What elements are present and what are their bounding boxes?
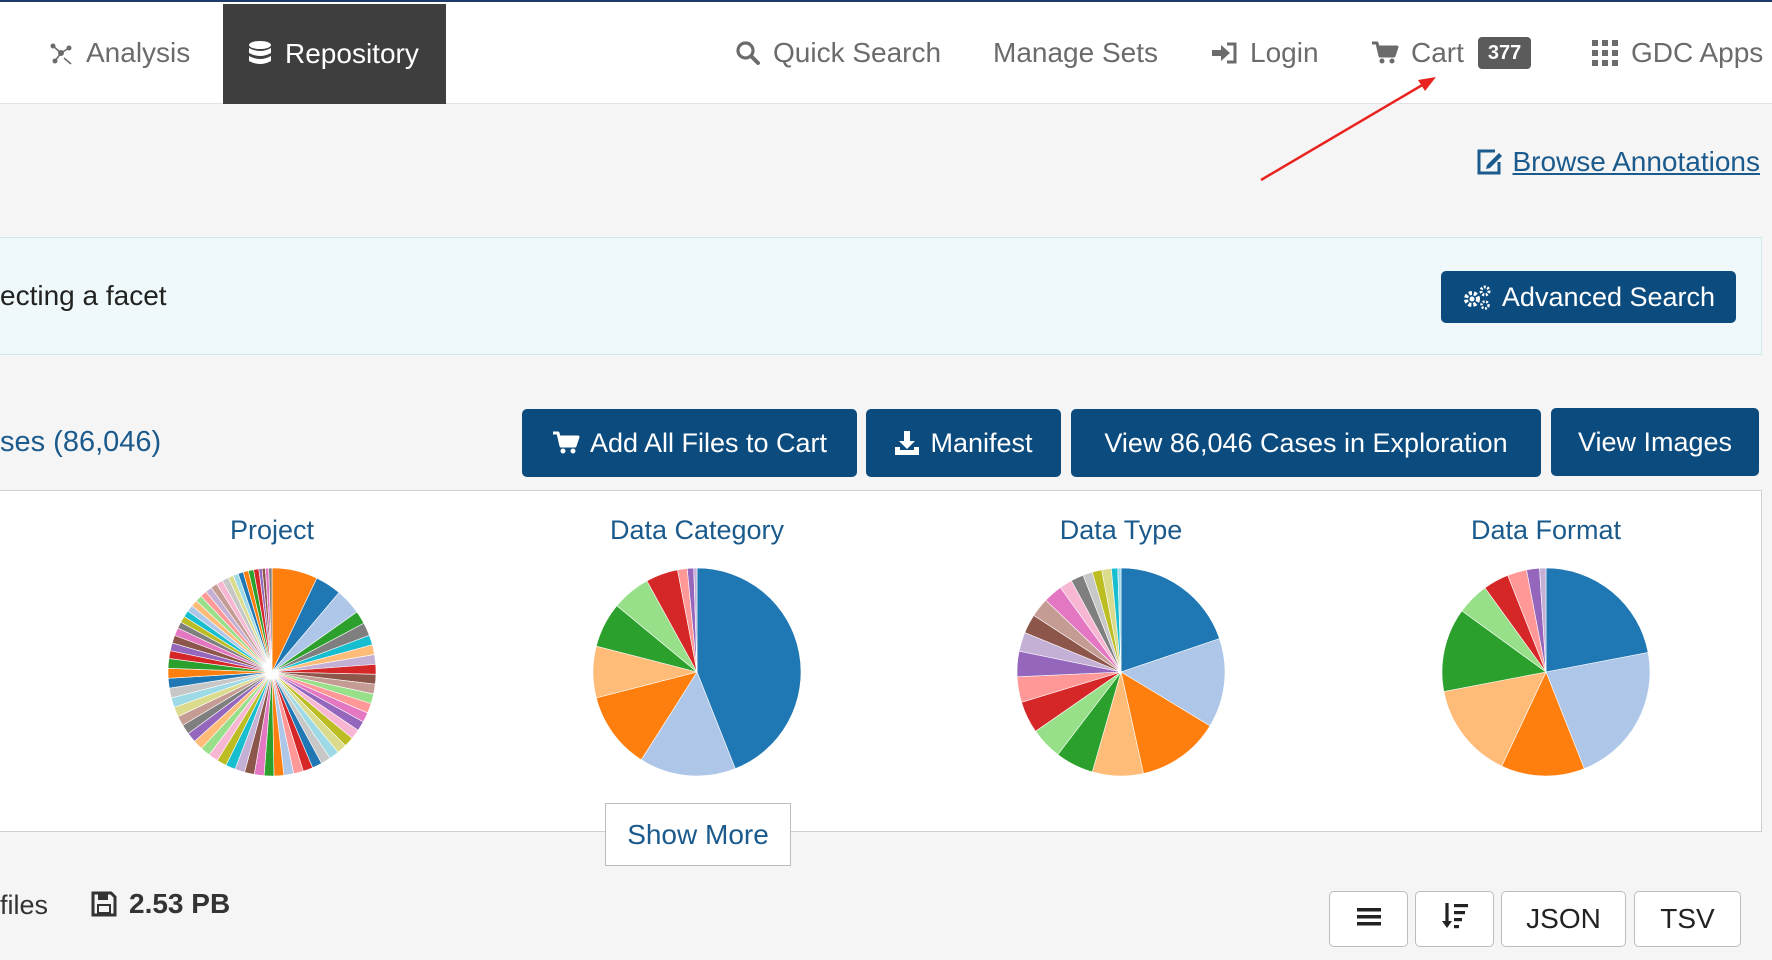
- browse-annotations-link[interactable]: Browse Annotations: [1475, 146, 1761, 178]
- data-format-chart: Data Format: [1396, 491, 1696, 791]
- search-icon: [735, 40, 761, 66]
- view-cases-label: View 86,046 Cases in Exploration: [1104, 427, 1508, 458]
- nav-manage-sets-label: Manage Sets: [993, 37, 1158, 68]
- show-more-label: Show More: [627, 818, 769, 850]
- export-tsv-button[interactable]: TSV: [1634, 891, 1741, 947]
- sort-amount-down-icon: [1441, 901, 1469, 938]
- database-icon: [247, 40, 273, 68]
- nav-cart[interactable]: Cart 377: [1371, 2, 1532, 104]
- data-type-chart: Data Type: [971, 491, 1271, 791]
- download-icon: [894, 430, 920, 456]
- data-type-pie-chart[interactable]: [1016, 567, 1226, 777]
- gdc-repository-page: Analysis Repository Quick Search Manage …: [0, 0, 1772, 960]
- chart-title[interactable]: Data Type: [971, 515, 1271, 546]
- advanced-search-button[interactable]: Advanced Search: [1441, 271, 1736, 323]
- nav-repository-label: Repository: [285, 38, 419, 69]
- show-more-button[interactable]: Show More: [605, 803, 791, 866]
- edit-icon: [1475, 148, 1505, 176]
- nav-quick-search[interactable]: Quick Search: [735, 2, 941, 104]
- column-list-button[interactable]: [1329, 891, 1408, 947]
- gears-icon: [1462, 284, 1492, 310]
- save-disk-icon: [91, 891, 117, 917]
- view-images-button[interactable]: View Images: [1551, 408, 1759, 476]
- shopping-cart-icon: [1371, 41, 1399, 65]
- nav-gdc-apps-label: GDC Apps: [1631, 37, 1764, 68]
- top-navigation-bar: Analysis Repository Quick Search Manage …: [0, 0, 1772, 104]
- nav-analysis[interactable]: Analysis: [48, 2, 190, 104]
- cart-plus-icon: [552, 431, 580, 455]
- sort-table-button[interactable]: [1415, 891, 1494, 947]
- nav-login-label: Login: [1250, 37, 1319, 68]
- chart-title[interactable]: Data Category: [547, 515, 847, 546]
- cart-count-badge: 377: [1477, 37, 1532, 69]
- advanced-search-label: Advanced Search: [1501, 281, 1716, 312]
- chart-title[interactable]: Data Format: [1396, 515, 1696, 546]
- nav-login[interactable]: Login: [1210, 2, 1319, 104]
- export-json-label: JSON: [1526, 903, 1601, 934]
- apps-grid-icon: [1591, 39, 1619, 67]
- chart-title[interactable]: Project: [122, 515, 422, 546]
- manifest-label: Manifest: [930, 427, 1033, 458]
- export-tsv-label: TSV: [1660, 903, 1715, 934]
- cases-count-tab[interactable]: ses (86,046): [0, 426, 161, 459]
- data-format-pie-chart[interactable]: [1441, 567, 1651, 777]
- manifest-download-button[interactable]: Manifest: [866, 409, 1061, 477]
- total-size-summary: 2.53 PB: [91, 888, 230, 920]
- facet-hint-text: ecting a facet: [0, 280, 167, 311]
- nav-gdc-apps[interactable]: GDC Apps: [1591, 2, 1763, 104]
- files-count-text: files: [0, 890, 49, 920]
- project-chart: Project: [122, 491, 422, 791]
- nav-manage-sets[interactable]: Manage Sets: [993, 2, 1158, 104]
- data-category-chart: Data Category: [547, 491, 847, 791]
- nav-analysis-label: Analysis: [86, 37, 191, 68]
- total-size-value: 2.53 PB: [129, 888, 231, 919]
- export-json-button[interactable]: JSON: [1501, 891, 1626, 947]
- facet-hint-banner: ecting a facet Advanced Search: [0, 237, 1762, 355]
- nav-cart-label: Cart: [1411, 37, 1464, 68]
- browse-annotations-label: Browse Annotations: [1512, 146, 1761, 177]
- view-images-label: View Images: [1577, 426, 1733, 457]
- sign-in-icon: [1210, 41, 1238, 65]
- data-category-pie-chart[interactable]: [592, 567, 802, 777]
- analysis-icon: [48, 40, 74, 66]
- add-all-files-to-cart-button[interactable]: Add All Files to Cart: [522, 409, 857, 477]
- summary-charts-panel: Project Data Category Data Type Data For…: [0, 490, 1762, 832]
- view-cases-in-exploration-button[interactable]: View 86,046 Cases in Exploration: [1071, 409, 1541, 477]
- nav-repository[interactable]: Repository: [223, 4, 446, 104]
- project-pie-chart[interactable]: [167, 567, 377, 777]
- nav-quick-search-label: Quick Search: [773, 37, 942, 68]
- add-all-files-label: Add All Files to Cart: [589, 427, 828, 458]
- bars-icon: [1356, 903, 1382, 935]
